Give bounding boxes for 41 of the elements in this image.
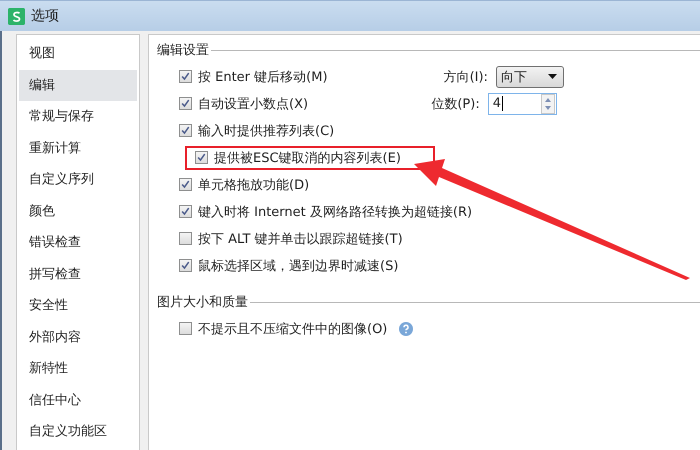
field-label: 方向(I): (444, 68, 488, 86)
checkbox-option[interactable]: 按下 ALT 键并单击以跟踪超链接(T) (175, 226, 409, 250)
checkbox[interactable] (179, 259, 192, 272)
sidebar-item[interactable]: 新特性 (19, 353, 137, 384)
checkbox[interactable] (179, 178, 192, 191)
section-heading: 编辑设置 (157, 42, 209, 59)
checkbox[interactable] (179, 232, 192, 245)
window-title: 选项 (31, 7, 59, 25)
sidebar-item[interactable]: 自定义功能区 (19, 416, 137, 448)
sidebar-item[interactable]: 常规与保存 (19, 101, 137, 132)
checkbox[interactable] (179, 97, 192, 110)
sidebar-item[interactable]: 外部内容 (19, 322, 137, 353)
field-label: 位数(P): (431, 96, 480, 112)
highlighted-checkbox-option[interactable]: 提供被ESC键取消的内容列表(E) (185, 146, 435, 170)
checkbox[interactable] (179, 205, 192, 218)
spin-arrows-icon[interactable] (540, 94, 555, 114)
sidebar-item[interactable]: 安全性 (19, 290, 137, 322)
checkbox-option[interactable]: 自动设置小数点(X) (175, 92, 314, 116)
checkbox[interactable] (195, 151, 208, 164)
sidebar-item[interactable]: 编辑 (19, 70, 137, 101)
sidebar-item[interactable]: 颜色 (19, 196, 137, 227)
direction-dropdown[interactable]: 向下 (496, 66, 564, 88)
checkbox-option[interactable]: 键入时将 Internet 及网络路径转换为超链接(R) (175, 200, 478, 224)
checkbox-option[interactable]: 单元格拖放功能(D) (175, 172, 316, 196)
section-heading: 图片大小和质量 (157, 294, 248, 311)
sidebar-item[interactable]: 视图 (19, 38, 137, 70)
checkbox[interactable] (179, 124, 192, 137)
checkbox-option[interactable]: 输入时提供推荐列表(C) (175, 118, 340, 142)
number-spin-field[interactable]: 4 (488, 92, 557, 114)
checkbox-option[interactable]: 鼠标选择区域，遇到边界时减速(S) (175, 254, 404, 278)
sidebar-item[interactable]: 错误检查 (19, 227, 137, 258)
checkbox-option[interactable]: 按 Enter 键后移动(M) (175, 64, 334, 88)
sidebar-item[interactable]: 自定义序列 (19, 164, 137, 196)
checkbox[interactable] (179, 322, 192, 335)
checkbox-option[interactable]: 不提示且不压缩文件中的图像(O) (175, 316, 420, 340)
sidebar-item[interactable]: 信任中心 (19, 384, 137, 416)
sidebar-item[interactable]: 拼写检查 (19, 258, 137, 290)
app-logo-icon (8, 8, 25, 24)
sidebar-item[interactable]: 重新计算 (19, 132, 137, 164)
checkbox[interactable] (179, 70, 192, 83)
caret-icon (548, 74, 557, 79)
